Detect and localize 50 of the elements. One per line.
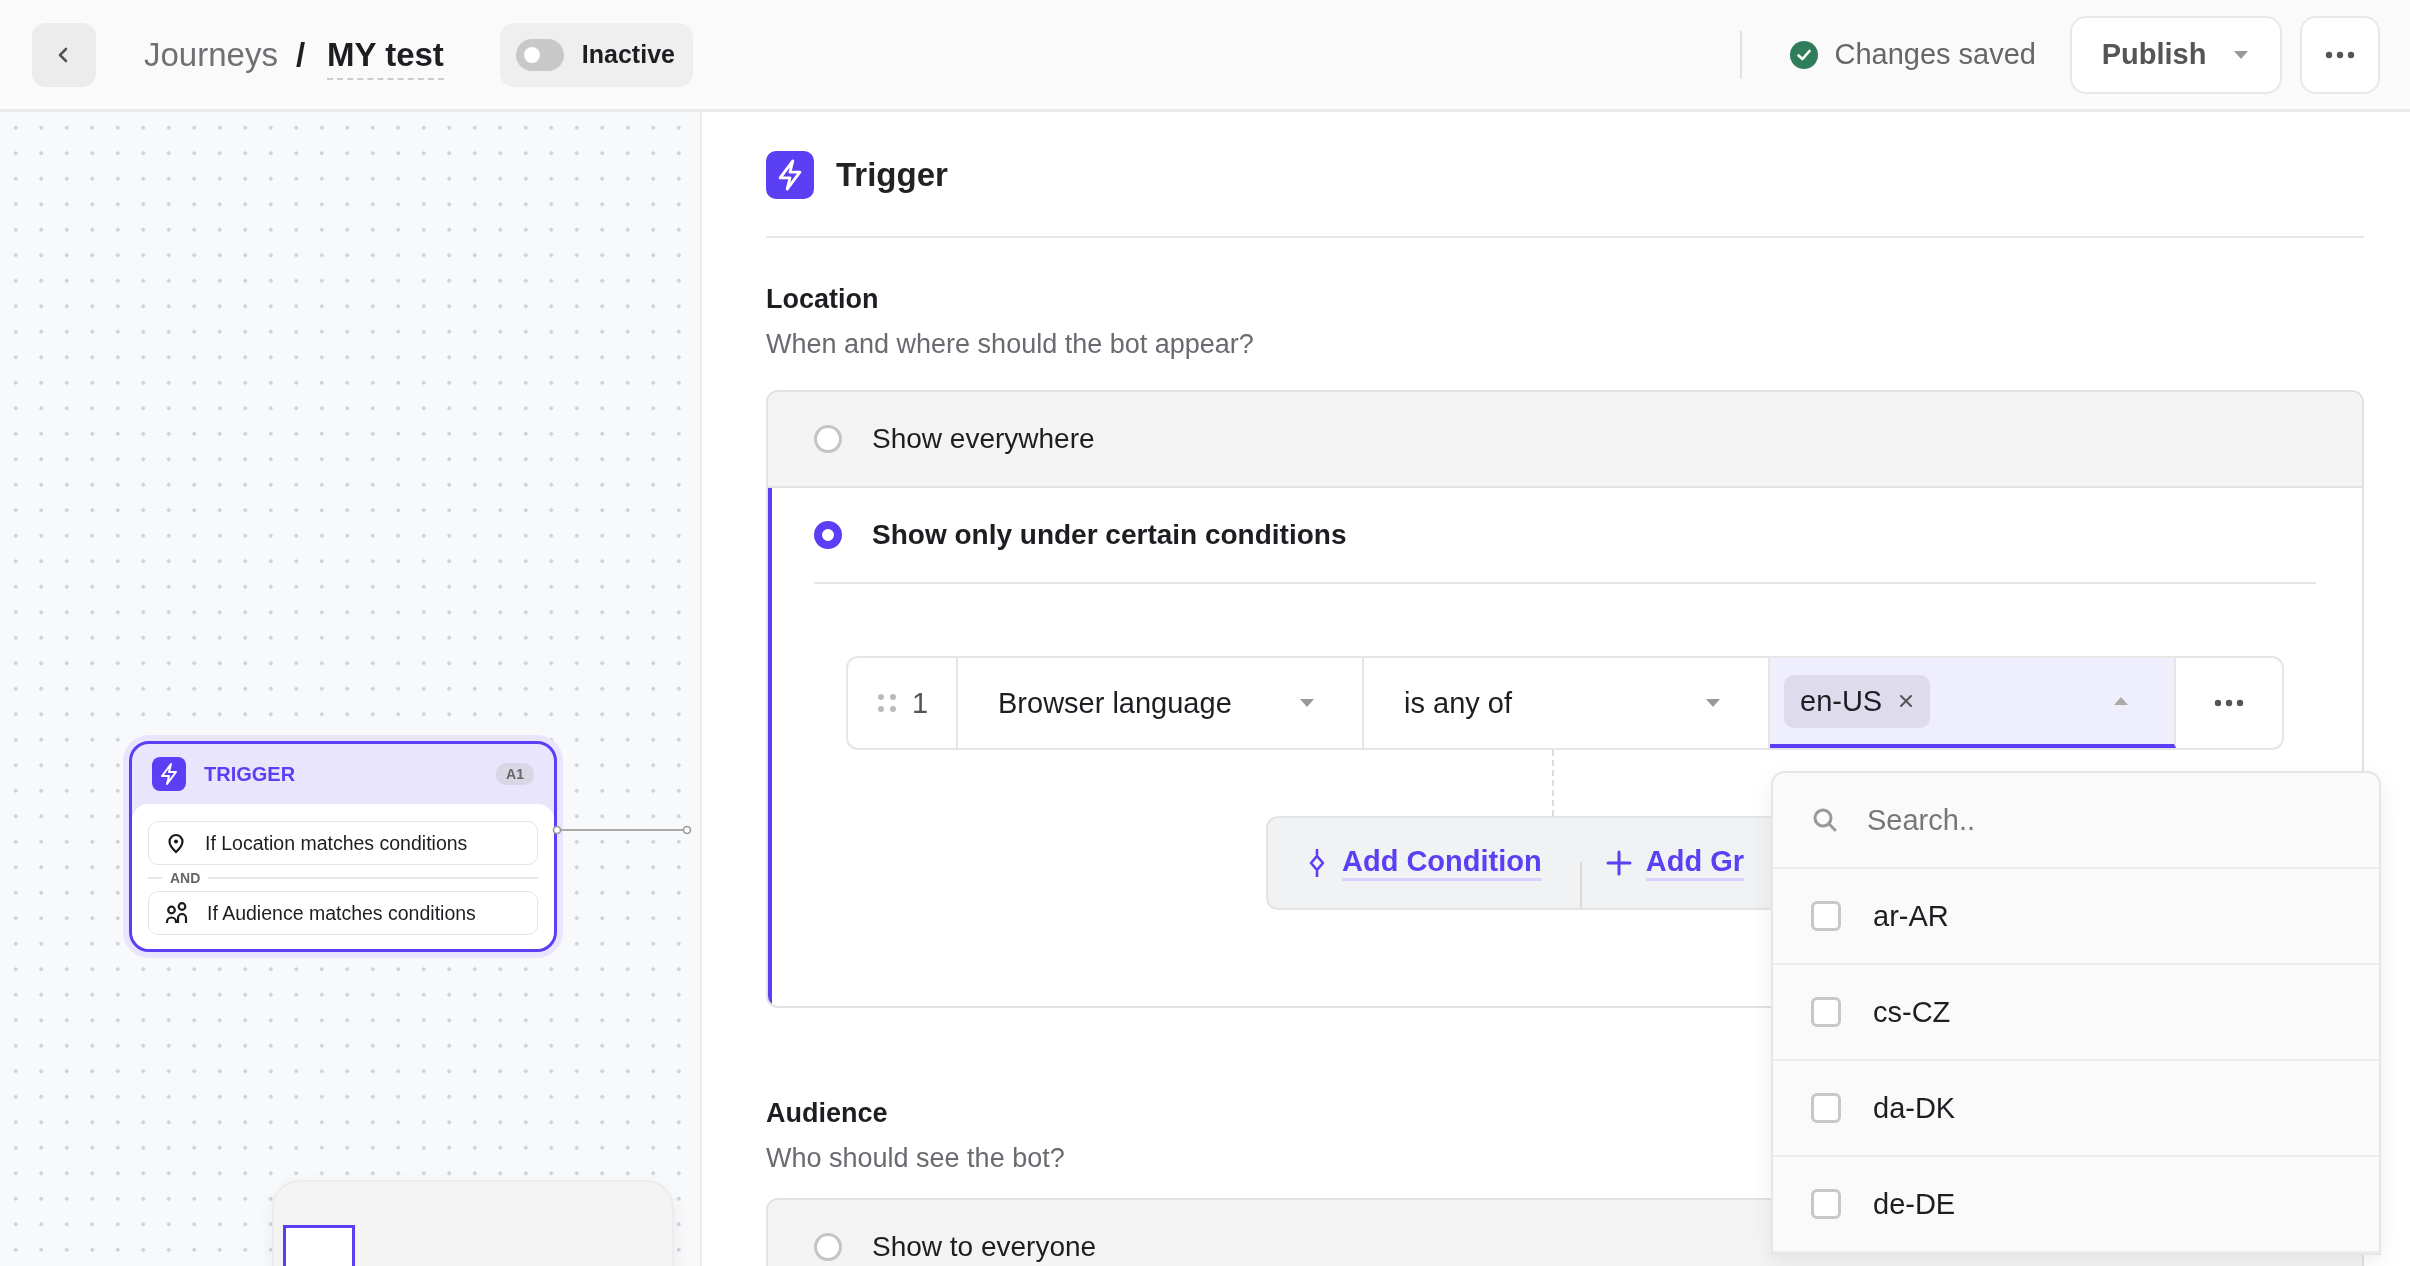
section-title: Audience <box>766 1098 888 1129</box>
language-option[interactable]: ar-AR <box>1773 869 2379 965</box>
breadcrumb-separator: / <box>295 35 306 74</box>
breadcrumb-link[interactable]: Journeys <box>144 35 278 74</box>
radio-button[interactable] <box>814 1233 842 1261</box>
journey-name[interactable]: MY test <box>327 35 444 80</box>
caret-up-icon <box>2112 695 2130 707</box>
checkbox[interactable] <box>1811 1189 1841 1219</box>
close-icon[interactable] <box>1898 693 1915 709</box>
checkbox[interactable] <box>1811 1093 1841 1123</box>
more-button[interactable] <box>2300 15 2380 94</box>
caret-down-icon <box>2232 48 2251 61</box>
more-icon <box>2325 50 2355 59</box>
checkbox[interactable] <box>1811 997 1841 1027</box>
caret-down-icon <box>1704 697 1722 709</box>
drag-handle-icon[interactable] <box>876 692 898 714</box>
lightning-icon <box>766 151 814 199</box>
status-toggle[interactable]: Inactive <box>499 22 693 87</box>
language-option[interactable]: cs-CZ <box>1773 965 2379 1061</box>
field-dropdown[interactable]: Browser language <box>958 658 1364 748</box>
section-title: Location <box>766 284 879 315</box>
node-id-badge: A1 <box>496 763 534 785</box>
section-subtitle: When and where should the bot appear? <box>766 329 1254 360</box>
node-condition[interactable]: If Location matches conditions <box>148 821 538 865</box>
plus-icon <box>1605 850 1632 876</box>
publish-button[interactable]: Publish <box>2070 15 2282 94</box>
save-status: Changes saved <box>1834 38 2036 71</box>
back-button[interactable] <box>32 22 96 87</box>
radio-option[interactable]: Show everywhere <box>768 392 2362 488</box>
node-condition[interactable]: If Audience matches conditions <box>148 891 538 935</box>
and-label: AND <box>170 870 201 886</box>
value-multiselect[interactable]: en-US <box>1770 658 2176 748</box>
add-condition-link[interactable]: Add Condition <box>1306 845 1580 881</box>
section-subtitle: Who should see the bot? <box>766 1143 1065 1174</box>
panel-title: Trigger <box>836 156 948 194</box>
more-icon <box>2214 699 2244 707</box>
condition-number: 1 <box>912 686 929 720</box>
lightning-icon <box>152 757 186 791</box>
users-icon <box>165 902 189 924</box>
node-title: TRIGGER <box>204 762 297 786</box>
language-option[interactable]: da-DK <box>1773 1061 2379 1157</box>
radio-button[interactable] <box>814 425 842 453</box>
location-pin-icon <box>165 832 187 854</box>
search-icon <box>1811 806 1839 834</box>
radio-button[interactable] <box>814 521 842 549</box>
value-chip: en-US <box>1784 674 1931 728</box>
caret-down-icon <box>1298 697 1316 709</box>
checkbox[interactable] <box>1811 901 1841 931</box>
check-circle-icon <box>1790 40 1819 69</box>
language-option[interactable]: de-DE <box>1773 1157 2379 1253</box>
